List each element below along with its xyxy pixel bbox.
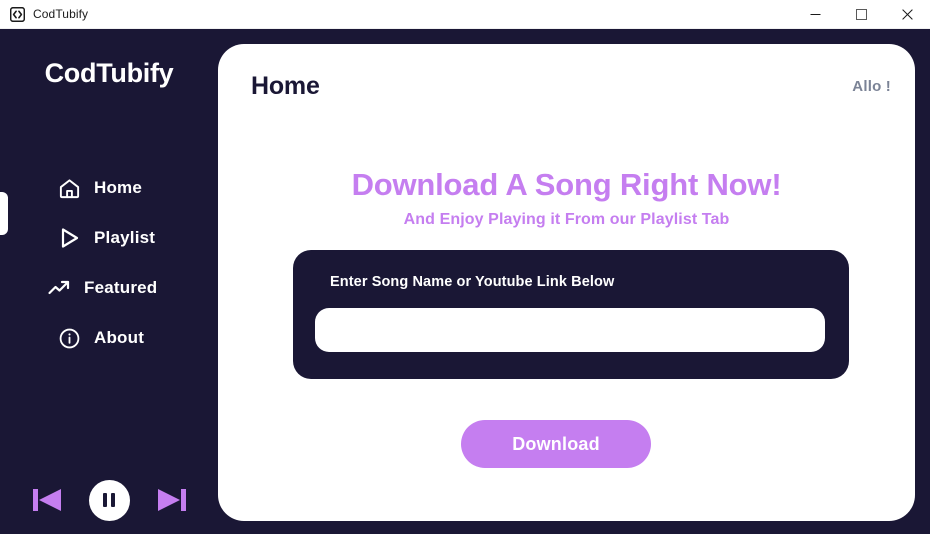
skip-previous-icon[interactable]: [28, 480, 68, 520]
play-triangle-icon: [56, 225, 82, 251]
app-window: CodTubify CodTubify Home Playlist Featur…: [0, 0, 930, 534]
sidebar: CodTubify Home Playlist Featured About: [0, 29, 218, 534]
search-card: Enter Song Name or Youtube Link Below: [293, 250, 849, 379]
hero-title: Download A Song Right Now!: [351, 167, 782, 202]
window-title: CodTubify: [33, 7, 89, 21]
page-title: Home: [251, 72, 320, 100]
window-titlebar: CodTubify: [0, 0, 930, 29]
content-panel: Home Allo ! Download A Song Right Now! A…: [218, 44, 915, 521]
sidebar-item-label: Featured: [84, 278, 158, 297]
hero-section: Download A Song Right Now! And Enjoy Pla…: [218, 167, 915, 229]
sidebar-nav: Home Playlist Featured About: [0, 163, 218, 363]
search-input[interactable]: [315, 308, 825, 352]
sidebar-item-label: Playlist: [94, 228, 156, 247]
sidebar-item-label: About: [94, 328, 145, 347]
search-label: Enter Song Name or Youtube Link Below: [330, 274, 615, 290]
trending-up-icon: [46, 275, 72, 301]
download-button[interactable]: Download: [461, 420, 651, 468]
sidebar-item-label: Home: [94, 178, 143, 197]
sidebar-item-about[interactable]: About: [0, 313, 218, 363]
maximize-button[interactable]: [838, 0, 884, 29]
minimize-button[interactable]: [792, 0, 838, 29]
pause-bars: [103, 493, 115, 507]
close-button[interactable]: [884, 0, 930, 29]
hero-subtitle: And Enjoy Playing it From our Playlist T…: [403, 211, 730, 228]
info-circle-icon: [56, 325, 82, 351]
skip-next-icon[interactable]: [151, 480, 191, 520]
pause-icon[interactable]: [88, 479, 130, 521]
home-icon: [56, 175, 82, 201]
sidebar-item-home[interactable]: Home: [0, 163, 218, 213]
player-controls: [0, 470, 218, 530]
content-header: Home Allo !: [218, 44, 915, 122]
app-logo: CodTubify: [44, 58, 174, 88]
sidebar-item-playlist[interactable]: Playlist: [0, 213, 218, 263]
greeting-text: Allo !: [852, 78, 891, 95]
code-brackets-icon: [9, 6, 25, 22]
window-controls: [792, 0, 930, 29]
sidebar-item-featured[interactable]: Featured: [0, 263, 218, 313]
